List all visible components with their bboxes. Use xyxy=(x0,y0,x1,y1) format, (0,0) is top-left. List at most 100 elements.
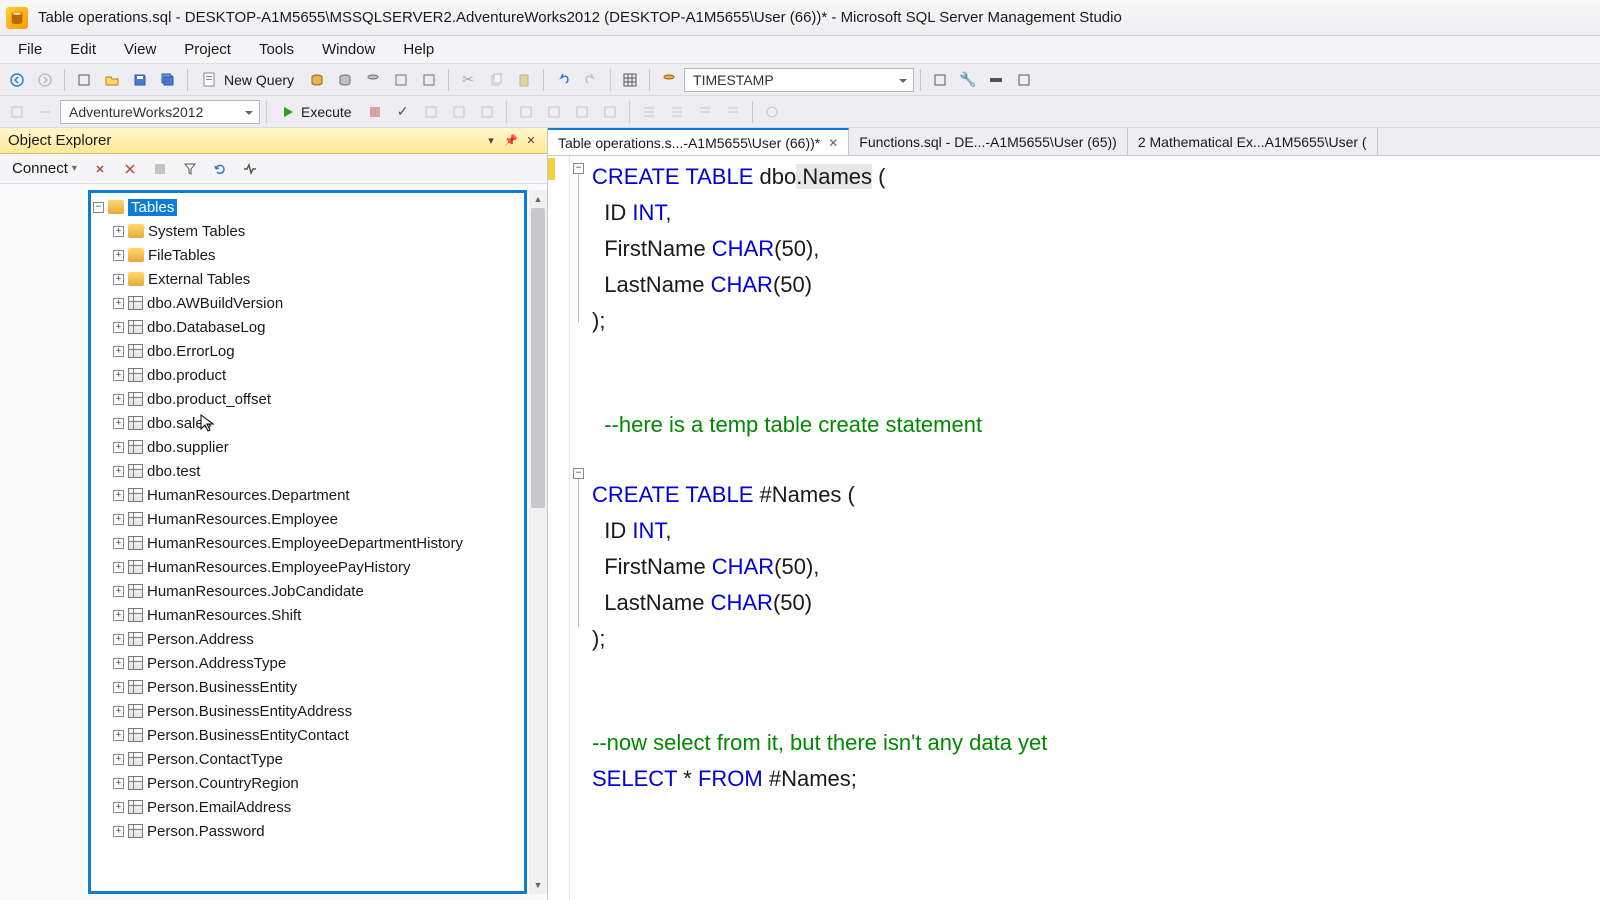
tree-folder[interactable]: +External Tables xyxy=(91,267,524,291)
tree-table[interactable]: +dbo.product_offset xyxy=(91,387,524,411)
sql-code[interactable]: CREATE TABLE dbo.Names ( ID INT, FirstNa… xyxy=(592,160,1600,798)
tree-table[interactable]: +dbo.AWBuildVersion xyxy=(91,291,524,315)
expand-icon[interactable]: + xyxy=(113,538,124,549)
type-combo[interactable]: TIMESTAMP xyxy=(684,68,914,92)
tree-table[interactable]: +Person.BusinessEntityContact xyxy=(91,723,524,747)
tab-mathematical[interactable]: 2 Mathematical Ex...A1M5655\User ( xyxy=(1128,128,1378,155)
disconnect-icon[interactable] xyxy=(87,156,113,182)
tree-folder[interactable]: +System Tables xyxy=(91,219,524,243)
expand-icon[interactable]: + xyxy=(113,706,124,717)
db-query-icon4[interactable] xyxy=(388,67,414,93)
tree-scrollbar[interactable]: ▲ ▼ xyxy=(529,190,547,894)
tool-icon1[interactable] xyxy=(927,67,953,93)
db-query-icon3[interactable] xyxy=(360,67,386,93)
tree-folder[interactable]: +FileTables xyxy=(91,243,524,267)
undo-icon[interactable] xyxy=(550,67,576,93)
tab-table-operations[interactable]: Table operations.s...-A1M5655\User (66))… xyxy=(548,128,849,155)
tree-table[interactable]: +HumanResources.Shift xyxy=(91,603,524,627)
expand-icon[interactable]: + xyxy=(113,562,124,573)
expand-icon[interactable]: + xyxy=(113,346,124,357)
tree-table[interactable]: +dbo.sales xyxy=(91,411,524,435)
expand-icon[interactable]: + xyxy=(113,322,124,333)
expand-icon[interactable]: + xyxy=(113,442,124,453)
disconnect-all-icon[interactable] xyxy=(117,156,143,182)
expand-icon[interactable]: + xyxy=(113,826,124,837)
tool-icon4[interactable] xyxy=(1011,67,1037,93)
tool-icon2[interactable]: 🔧 xyxy=(955,67,981,93)
scroll-up-icon[interactable]: ▲ xyxy=(529,190,547,208)
expand-icon[interactable]: + xyxy=(113,730,124,741)
open-file-icon[interactable] xyxy=(99,67,125,93)
grid-icon[interactable] xyxy=(617,67,643,93)
tree-table[interactable]: +Person.ContactType xyxy=(91,747,524,771)
tree-table[interactable]: +dbo.ErrorLog xyxy=(91,339,524,363)
nav-back-icon[interactable] xyxy=(4,67,30,93)
panel-close-icon[interactable]: ✕ xyxy=(523,133,539,149)
tree-table[interactable]: +HumanResources.EmployeeDepartmentHistor… xyxy=(91,531,524,555)
expand-icon[interactable]: + xyxy=(113,586,124,597)
refresh-icon[interactable] xyxy=(207,156,233,182)
tree-root-tables[interactable]: −Tables xyxy=(91,195,524,219)
tree-table[interactable]: +HumanResources.Department xyxy=(91,483,524,507)
scroll-thumb[interactable] xyxy=(531,208,545,508)
menu-tools[interactable]: Tools xyxy=(245,37,308,62)
fold-icon[interactable]: − xyxy=(573,163,584,174)
database-combo[interactable]: AdventureWorks2012 xyxy=(60,100,260,124)
tree-table[interactable]: +HumanResources.EmployeePayHistory xyxy=(91,555,524,579)
panel-pin-icon[interactable]: 📌 xyxy=(503,133,519,149)
tree-table[interactable]: +Person.CountryRegion xyxy=(91,771,524,795)
execute-button[interactable]: Execute xyxy=(273,99,360,125)
expand-icon[interactable]: + xyxy=(113,682,124,693)
save-all-icon[interactable] xyxy=(155,67,181,93)
tree-table[interactable]: +Person.EmailAddress xyxy=(91,795,524,819)
menu-window[interactable]: Window xyxy=(308,37,389,62)
expand-icon[interactable]: + xyxy=(113,298,124,309)
expand-icon[interactable]: + xyxy=(113,394,124,405)
expand-icon[interactable]: + xyxy=(113,514,124,525)
collapse-icon[interactable]: − xyxy=(93,202,104,213)
tab-functions[interactable]: Functions.sql - DE...-A1M5655\User (65)) xyxy=(849,128,1128,155)
connect-button[interactable]: Connect xyxy=(6,158,83,179)
tree-table[interactable]: +Person.Password xyxy=(91,819,524,843)
menu-view[interactable]: View xyxy=(110,37,170,62)
tree-table[interactable]: +Person.BusinessEntityAddress xyxy=(91,699,524,723)
menu-file[interactable]: File xyxy=(4,37,56,62)
sql-editor[interactable]: − − CREATE TABLE dbo.Names ( ID INT, Fir… xyxy=(548,156,1600,900)
new-query-button[interactable]: New Query xyxy=(194,67,302,93)
expand-icon[interactable]: + xyxy=(113,610,124,621)
expand-icon[interactable]: + xyxy=(113,274,124,285)
expand-icon[interactable]: + xyxy=(113,754,124,765)
tree-table[interactable]: +HumanResources.JobCandidate xyxy=(91,579,524,603)
db-query-icon1[interactable] xyxy=(304,67,330,93)
type-db-icon[interactable] xyxy=(656,67,682,93)
fold-icon[interactable]: − xyxy=(573,468,584,479)
db-query-icon5[interactable] xyxy=(416,67,442,93)
tree-table[interactable]: +Person.BusinessEntity xyxy=(91,675,524,699)
expand-icon[interactable]: + xyxy=(113,802,124,813)
expand-icon[interactable]: + xyxy=(113,490,124,501)
new-project-icon[interactable] xyxy=(71,67,97,93)
tree-table[interactable]: +dbo.supplier xyxy=(91,435,524,459)
tab-close-icon[interactable]: ✕ xyxy=(828,136,838,150)
db-query-icon2[interactable] xyxy=(332,67,358,93)
save-icon[interactable] xyxy=(127,67,153,93)
panel-dropdown-icon[interactable]: ▾ xyxy=(483,133,499,149)
expand-icon[interactable]: + xyxy=(113,778,124,789)
expand-icon[interactable]: + xyxy=(113,418,124,429)
activity-icon[interactable] xyxy=(237,156,263,182)
tree-table[interactable]: +dbo.test xyxy=(91,459,524,483)
tree-table[interactable]: +Person.Address xyxy=(91,627,524,651)
expand-icon[interactable]: + xyxy=(113,370,124,381)
menu-project[interactable]: Project xyxy=(170,37,245,62)
parse-icon[interactable]: ✓ xyxy=(390,99,416,125)
menu-help[interactable]: Help xyxy=(389,37,448,62)
tree-table[interactable]: +Person.AddressType xyxy=(91,651,524,675)
tree-table[interactable]: +dbo.DatabaseLog xyxy=(91,315,524,339)
expand-icon[interactable]: + xyxy=(113,466,124,477)
tree-table[interactable]: +dbo.product xyxy=(91,363,524,387)
filter-icon[interactable] xyxy=(177,156,203,182)
expand-icon[interactable]: + xyxy=(113,250,124,261)
expand-icon[interactable]: + xyxy=(113,634,124,645)
scroll-down-icon[interactable]: ▼ xyxy=(529,876,547,894)
expand-icon[interactable]: + xyxy=(113,658,124,669)
